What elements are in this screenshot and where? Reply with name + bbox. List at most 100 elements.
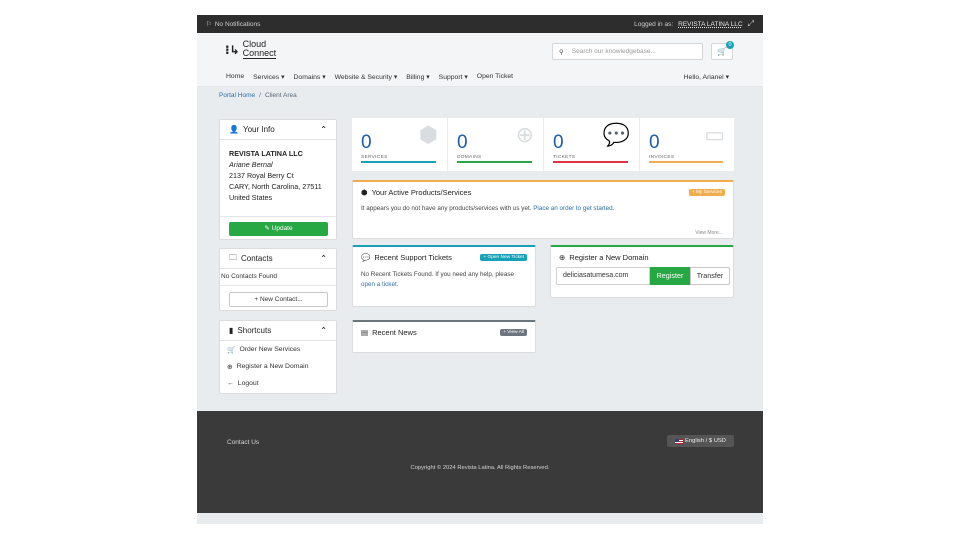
knowledgebase-search[interactable]: ⚲ Search our knowledgebase... (552, 43, 703, 60)
open-ticket-link[interactable]: open a ticket. (361, 281, 398, 288)
brand-line2: Connect (242, 48, 277, 59)
user-icon: 👤 (229, 125, 239, 134)
cart-icon: 🛒 (717, 47, 727, 56)
shortcuts-title: Shortcuts (237, 326, 272, 335)
cart-icon: 🛒 (227, 346, 236, 354)
collapse-chevron-icon[interactable]: ⌃ (320, 254, 327, 263)
contacts-empty: No Contacts Found (220, 269, 336, 286)
update-button[interactable]: ✎ Update (229, 222, 328, 236)
top-bar: ⚐ No Notifications Logged in as: REVISTA… (197, 15, 763, 33)
plus-icon: + (503, 329, 506, 335)
nav-billing[interactable]: Billing ▾ (406, 73, 429, 81)
view-all-label: View All (507, 329, 524, 335)
invoices-stat-tile[interactable]: 0 INVOICES ▭ (640, 118, 734, 171)
tickets-label: TICKETS (553, 155, 576, 160)
collapse-chevron-icon[interactable]: ⌃ (320, 125, 327, 134)
info-person: Ariane Bernal (229, 160, 273, 169)
client-area-page: ⚐ No Notifications Logged in as: REVISTA… (197, 15, 763, 524)
register-button[interactable]: Register (650, 267, 690, 285)
update-label: Update (271, 225, 293, 232)
pencil-icon: ✎ (264, 225, 270, 232)
shortcut-logout[interactable]: ← Logout (220, 375, 336, 392)
arrow-left-icon: ← (227, 380, 234, 387)
info-country: United States (229, 193, 273, 202)
main-nav: Home Services ▾ Domains ▾ Website & Secu… (197, 67, 763, 87)
invoices-label: INVOICES (649, 155, 675, 160)
shortcuts-panel: ▮ Shortcuts ⌃ 🛒 Order New Services ⊕ Reg… (219, 320, 337, 394)
services-stat-tile[interactable]: 0 SERVICES ⬢ (352, 118, 448, 171)
comments-icon: 💬 (361, 252, 371, 262)
credit-card-icon: ▭ (704, 122, 725, 147)
contacts-title: Contacts (241, 254, 273, 263)
logged-in-label: Logged in as: (634, 20, 674, 28)
contact-us-link[interactable]: Contact Us (227, 439, 259, 446)
your-info-title: Your Info (242, 125, 275, 134)
nav-services[interactable]: Services ▾ (253, 73, 284, 81)
language-currency-button[interactable]: English / $ USD (667, 435, 734, 447)
domains-label: DOMAINS (457, 155, 482, 160)
place-order-link[interactable]: Place an order to get started. (533, 205, 614, 212)
register-domain-title: Register a New Domain (569, 252, 649, 262)
copyright-text: Copyright © 2024 Revista Latina. All Rig… (410, 465, 550, 471)
account-link[interactable]: REVISTA LATINA LLC (678, 21, 742, 28)
recent-tickets-panel: 💬 Recent Support Tickets + Open New Tick… (352, 245, 536, 307)
view-all-news-button[interactable]: + View All (500, 328, 527, 336)
contacts-panel: 🗀 Contacts ⌃ No Contacts Found + New Con… (219, 248, 337, 311)
brand-logo[interactable]: ⁝↳ Cloud Connect (225, 40, 277, 59)
register-domain-panel: ⊕ Register a New Domain deliciasatumesa.… (550, 245, 734, 298)
nav-home[interactable]: Home (226, 73, 244, 80)
info-company: REVISTA LATINA LLC (229, 149, 303, 158)
active-products-panel: ⬢ Your Active Products/Services + My Ser… (352, 180, 734, 239)
collapse-chevron-icon[interactable]: ⌃ (320, 326, 327, 335)
folder-icon: 🗀 (229, 252, 237, 262)
breadcrumb-current: Client Area (264, 91, 297, 99)
nav-support[interactable]: Support ▾ (439, 73, 468, 81)
domains-stat-tile[interactable]: 0 DOMAINS ⊕ (448, 118, 544, 171)
recent-news-panel: ▤ Recent News + View All (352, 320, 536, 353)
language-label: English / $ USD (685, 438, 726, 444)
tickets-title: Recent Support Tickets (374, 252, 452, 262)
notifications-link[interactable]: ⚐ No Notifications (206, 20, 260, 29)
globe-icon: ⊕ (515, 122, 534, 147)
products-title: Your Active Products/Services (371, 187, 472, 197)
cube-icon: ⬢ (418, 122, 438, 147)
view-more-link[interactable]: View More... (695, 230, 723, 236)
cube-icon: ⬢ (361, 187, 368, 197)
nav-open-ticket[interactable]: Open Ticket (477, 73, 513, 80)
news-title: Recent News (372, 327, 417, 337)
tickets-count: 0 (553, 132, 564, 153)
search-icon: ⚲ (559, 48, 564, 56)
newspaper-icon: ▤ (361, 327, 369, 337)
flag-icon: ⚐ (206, 21, 212, 28)
shortcut-order-services[interactable]: 🛒 Order New Services (220, 341, 336, 358)
nav-domains[interactable]: Domains ▾ (294, 73, 326, 81)
cart-button[interactable]: 🛒 0 (711, 41, 734, 60)
open-new-ticket-label: Open New Ticket (487, 254, 524, 260)
nav-website-security[interactable]: Website & Security ▾ (335, 73, 398, 81)
breadcrumb: Portal Home / Client Area (197, 87, 763, 103)
shortcut-logout-label: Logout (237, 380, 259, 387)
breadcrumb-home[interactable]: Portal Home (219, 92, 255, 99)
your-info-panel: 👤 Your Info ⌃ REVISTA LATINA LLC Ariane … (219, 119, 337, 240)
new-contact-button[interactable]: + New Contact... (229, 292, 328, 307)
transfer-button[interactable]: Transfer (690, 267, 730, 285)
info-address1: 2137 Royal Berry Ct (229, 171, 294, 180)
domain-input[interactable]: deliciasatumesa.com (556, 267, 650, 285)
shortcut-register-label: Register a New Domain (236, 363, 309, 370)
switch-account-icon[interactable]: ⤢ (748, 19, 754, 29)
user-menu[interactable]: Hello, Arianel ▾ (684, 73, 729, 81)
site-header: ⁝↳ Cloud Connect ⚲ Search our knowledgeb… (197, 33, 763, 67)
search-input[interactable]: Search our knowledgebase... (572, 48, 656, 55)
shortcut-register-domain[interactable]: ⊕ Register a New Domain (220, 358, 336, 375)
globe-icon: ⊕ (227, 363, 233, 371)
plus-icon: + (254, 296, 259, 303)
plus-icon: + (483, 254, 487, 260)
info-address2: CARY, North Carolina, 27511 (229, 182, 322, 191)
services-count: 0 (361, 132, 372, 153)
my-services-button[interactable]: + My Services (688, 188, 725, 196)
products-empty-message: It appears you do not have any products/… (361, 205, 532, 212)
new-contact-label: New Contact... (259, 296, 303, 303)
comments-icon: 💬 (602, 122, 630, 147)
open-new-ticket-button[interactable]: + Open New Ticket (480, 253, 527, 261)
tickets-stat-tile[interactable]: 0 TICKETS 💬 (544, 118, 640, 171)
